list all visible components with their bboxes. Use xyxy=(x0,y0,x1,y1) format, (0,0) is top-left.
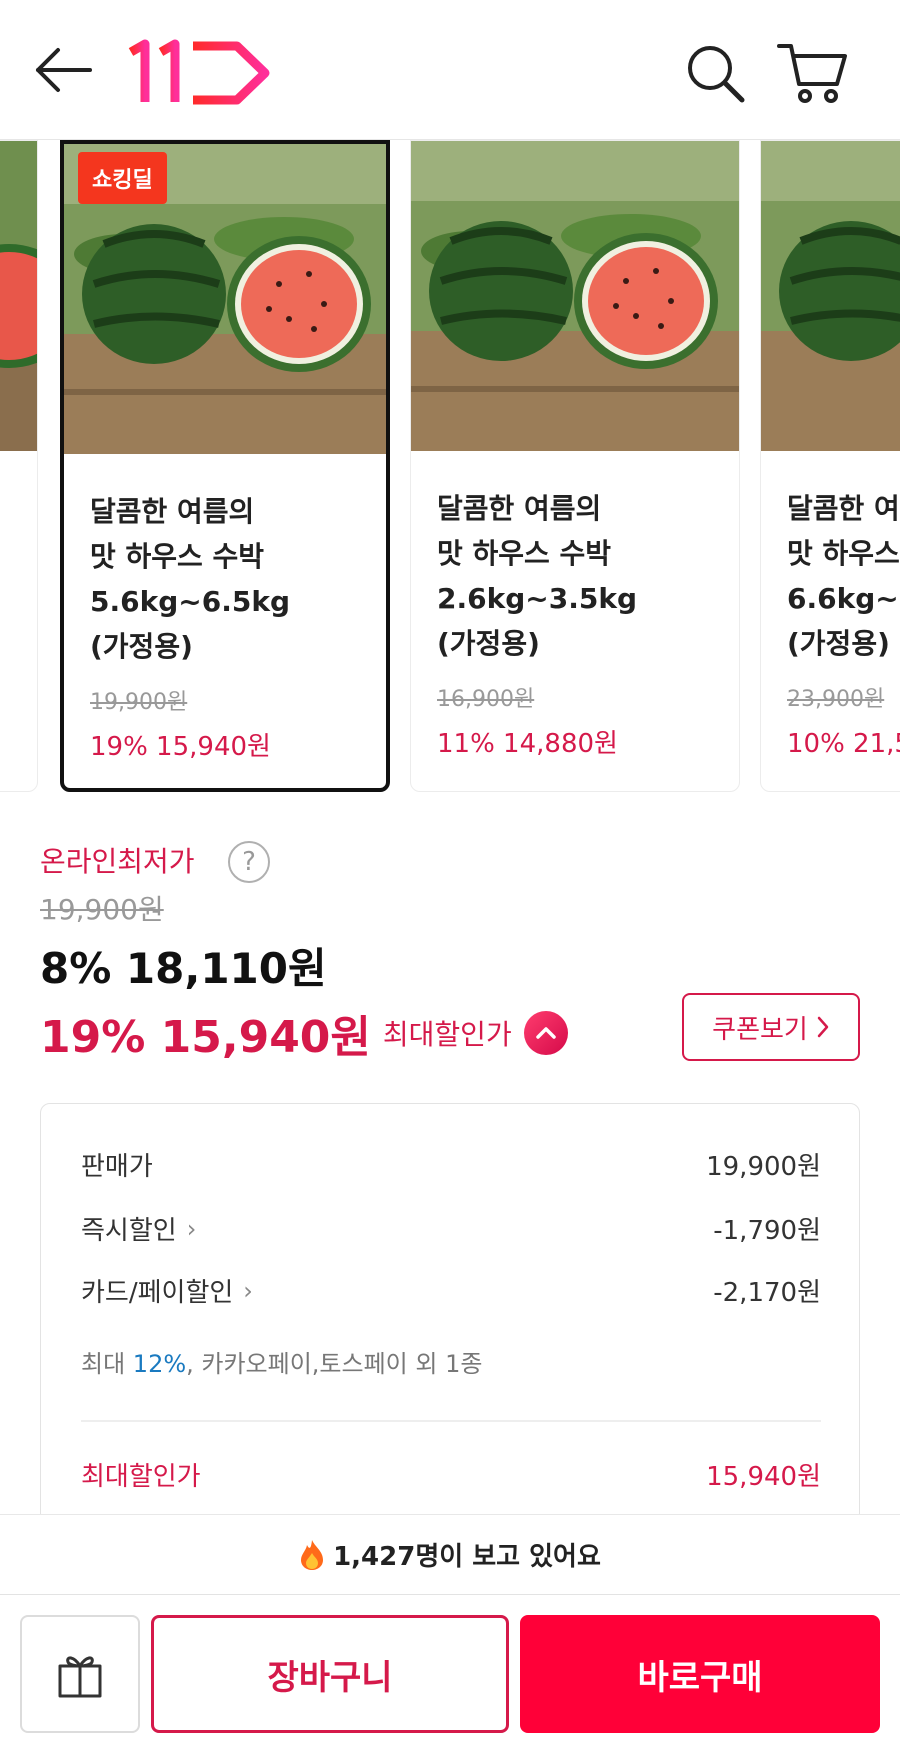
original-price: 19,900원 xyxy=(40,893,164,926)
watermelon-image: 쇼킹딜 xyxy=(64,144,386,454)
add-to-cart-button[interactable]: 장바구니 xyxy=(151,1615,509,1733)
instant-discount-row[interactable]: 즉시할인 › -1,790원 xyxy=(81,1210,821,1247)
card-discount-value: -2,170원 xyxy=(713,1278,821,1308)
product-title: 달콤한 여름의 맛 하우스 수박 6.6kg~7.5kg (가정용) xyxy=(787,492,900,660)
buy-now-label: 바로구매 xyxy=(637,1657,763,1698)
max-discount-label: 최대할인가 xyxy=(382,1018,512,1051)
max-discount-total-value: 15,940원 xyxy=(706,1462,821,1492)
chevron-right-icon: › xyxy=(243,1276,253,1305)
back-button[interactable] xyxy=(30,40,100,100)
divider xyxy=(81,1420,821,1422)
watermelon-image xyxy=(411,141,739,451)
add-to-cart-label: 장바구니 xyxy=(267,1657,393,1698)
coupon-button-label: 쿠폰보기 xyxy=(712,1014,808,1045)
sale-price: 19% 15,940원 xyxy=(90,732,271,762)
max-discount-price: 19% 15,940원 xyxy=(40,1012,371,1063)
shocking-deal-badge: 쇼킹딜 xyxy=(78,152,167,204)
product-title: 달콤한 여름의 맛 하우스 수박 5.6kg~6.5kg (가정용) xyxy=(90,495,290,663)
gift-button[interactable] xyxy=(20,1615,140,1733)
search-button[interactable] xyxy=(680,38,750,108)
bottom-action-bar: 장바구니 바로구매 xyxy=(0,1594,900,1755)
max-discount-row: 19% 15,940원 최대할인가 xyxy=(40,1005,568,1063)
chevron-up-icon xyxy=(535,1027,556,1039)
cart-icon xyxy=(777,44,847,103)
arrow-left-icon xyxy=(36,48,92,92)
sale-price-value: 19,900원 xyxy=(706,1152,821,1182)
gift-icon xyxy=(58,1656,102,1698)
sale-price: 11% 14,880원 xyxy=(437,729,618,759)
related-products-carousel[interactable]: 쇼킹딜 달콤한 여름의 맛 하우스 수박 5.6kg~6.5kg (가정용) 1… xyxy=(0,140,900,800)
current-price: 8% 18,110원 xyxy=(40,944,327,993)
max-discount-total-label: 최대할인가 xyxy=(81,1462,201,1492)
buy-now-button[interactable]: 바로구매 xyxy=(520,1615,880,1733)
sale-price: 10% 21,510원 xyxy=(787,729,900,759)
card-discount-row[interactable]: 카드/페이할인 › -2,170원 xyxy=(81,1272,821,1309)
sale-price-row: 판매가 19,900원 xyxy=(81,1146,821,1183)
chevron-right-icon xyxy=(817,1016,829,1038)
product-card-partial-left[interactable] xyxy=(0,140,38,792)
instant-discount-value: -1,790원 xyxy=(713,1216,821,1246)
logo-11st[interactable] xyxy=(125,38,275,108)
online-lowest-price-label: 온라인최저가 xyxy=(40,845,195,878)
product-card[interactable]: 달콤한 여름의 맛 하우스 수박 2.6kg~3.5kg (가정용) 16,90… xyxy=(410,140,740,792)
original-price: 19,900원 xyxy=(90,690,188,715)
card-discount-note: 최대 12%, 카카오페이,토스페이 외 1종 xyxy=(81,1350,483,1378)
sale-price-label: 판매가 xyxy=(81,1152,153,1182)
help-icon[interactable]: ? xyxy=(228,841,270,883)
original-price: 16,900원 xyxy=(437,687,535,712)
card-discount-percent: 12% xyxy=(132,1350,187,1378)
view-coupon-button[interactable]: 쿠폰보기 xyxy=(682,993,860,1061)
card-discount-label: 카드/페이할인 xyxy=(81,1278,234,1308)
product-card[interactable]: 달콤한 여름의 맛 하우스 수박 6.6kg~7.5kg (가정용) 23,90… xyxy=(760,140,900,792)
fire-icon xyxy=(301,1539,324,1570)
price-breakdown-box: 판매가 19,900원 즉시할인 › -1,790원 카드/페이할인 › -2,… xyxy=(40,1103,860,1523)
max-discount-total-row: 최대할인가 15,940원 xyxy=(81,1456,821,1493)
search-icon xyxy=(688,46,745,103)
viewers-count-text: 1,427명이 보고 있어요 xyxy=(333,1542,601,1572)
cart-button[interactable] xyxy=(775,38,850,108)
top-header xyxy=(0,0,900,140)
watermelon-image xyxy=(761,141,900,451)
viewers-count-banner: 1,427명이 보고 있어요 xyxy=(0,1514,900,1594)
product-title: 달콤한 여름의 맛 하우스 수박 2.6kg~3.5kg (가정용) xyxy=(437,492,637,660)
collapse-toggle-button[interactable] xyxy=(523,1011,568,1055)
original-price: 23,900원 xyxy=(787,687,885,712)
product-card-selected[interactable]: 쇼킹딜 달콤한 여름의 맛 하우스 수박 5.6kg~6.5kg (가정용) 1… xyxy=(60,140,390,792)
instant-discount-label: 즉시할인 xyxy=(81,1216,177,1246)
chevron-right-icon: › xyxy=(186,1214,197,1243)
watermelon-image xyxy=(0,141,37,451)
